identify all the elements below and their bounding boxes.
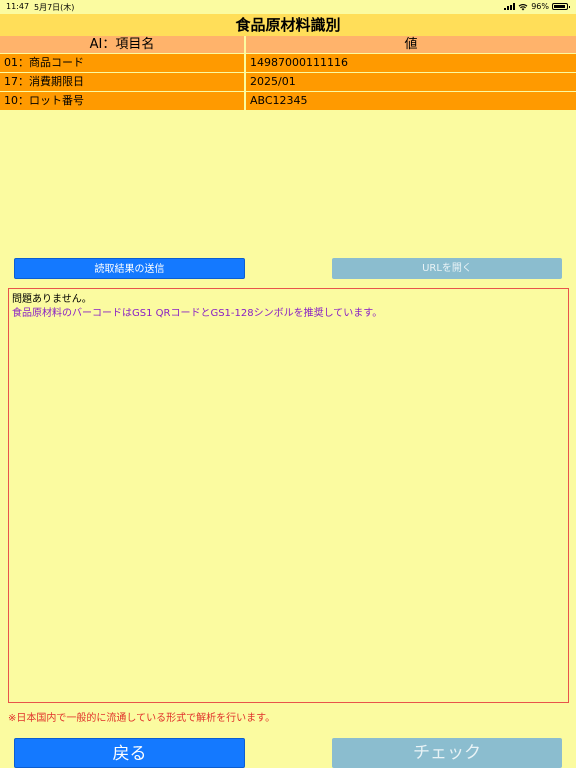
battery-percent: 96% [531,2,549,11]
message-recommendation: 食品原材料のバーコードはGS1 QRコードとGS1-128シンボルを推奨していま… [12,308,383,319]
back-button[interactable]: 戻る [14,738,245,768]
send-results-button[interactable]: 読取結果の送信 [14,258,245,279]
row-value: 14987000111116 [250,56,348,69]
row-item: 17：消費期限日 [0,73,246,91]
header-item: AI：項目名 [0,36,246,53]
table-row: 10：ロット番号 ABC12345 [0,91,576,110]
row-item: 10：ロット番号 [0,92,246,110]
row-value: ABC12345 [250,94,308,107]
table-header: AI：項目名 値 [0,36,576,53]
row-value: 2025/01 [250,75,296,88]
status-date: 5月7日(木) [34,3,75,12]
open-url-button[interactable]: URLを開く [332,258,562,279]
screen: 11:47 5月7日(木) 96% 食品原材料識別 AI：項目名 値 01：商品… [0,0,576,768]
status-right: 96% [504,2,570,11]
check-button[interactable]: チェック [332,738,562,768]
result-table: AI：項目名 値 01：商品コード 14987000111116 17：消費期限… [0,36,576,110]
status-time: 11:47 [6,2,30,11]
status-bar: 11:47 5月7日(木) 96% [0,0,576,14]
table-row: 01：商品コード 14987000111116 [0,53,576,72]
header-value: 値 [404,37,418,52]
row-item: 01：商品コード [0,54,246,72]
message-area: 問題ありません。 食品原材料のバーコードはGS1 QRコードとGS1-128シン… [8,288,569,703]
parse-note: ※日本国内で一般的に流通している形式で解析を行います。 [8,713,276,724]
page-title: 食品原材料識別 [0,14,576,36]
message-status: 問題ありません。 [12,294,92,305]
battery-icon [552,3,570,10]
signal-icon [504,3,516,10]
table-row: 17：消費期限日 2025/01 [0,72,576,91]
wifi-icon [518,3,528,10]
